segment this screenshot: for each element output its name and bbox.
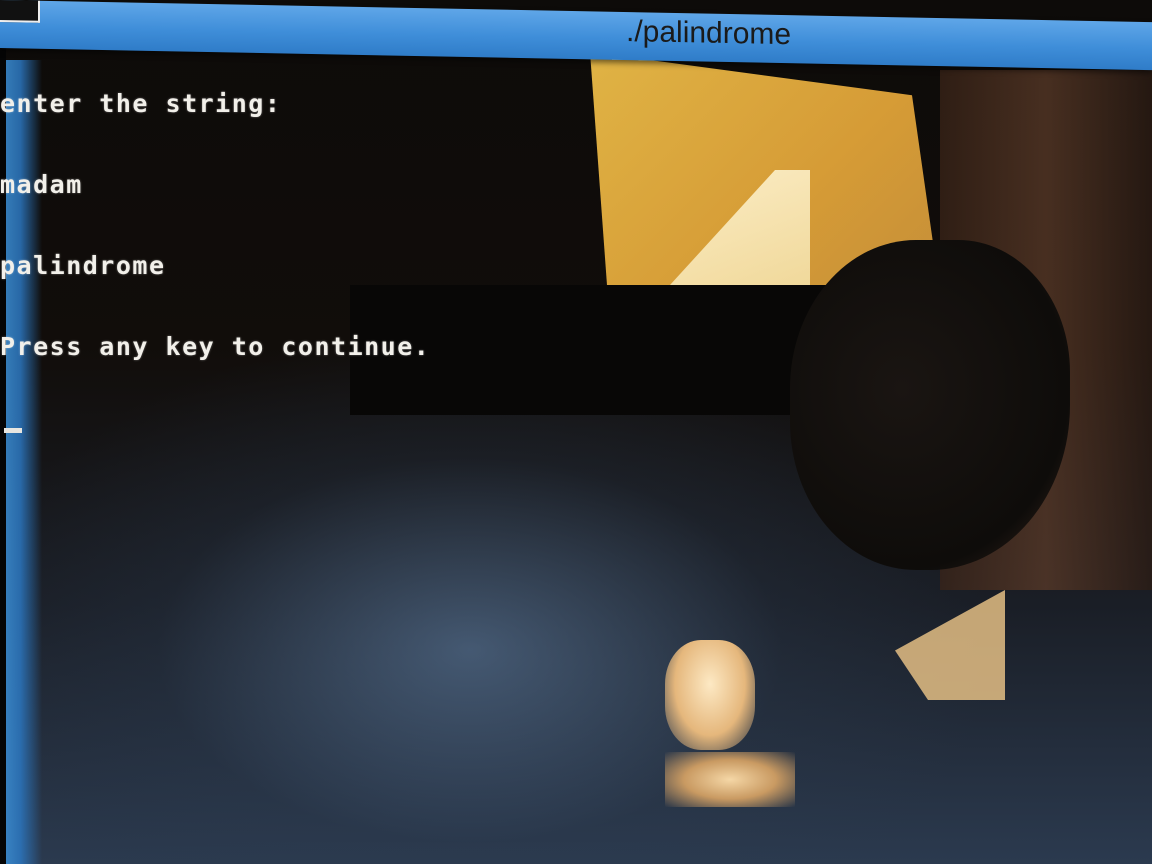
screen-photo: ./palindrome enter the string: madam pal… [0, 0, 1152, 864]
screen-reflection-lamp [665, 640, 755, 750]
console-window-icon[interactable] [0, 0, 40, 23]
console-output[interactable]: enter the string: madam palindrome Press… [0, 36, 430, 487]
console-line-input: madam [0, 170, 83, 199]
screen-reflection-person [790, 240, 1070, 570]
screen-reflection-light-patch [895, 590, 1005, 700]
window-title: ./palindrome [626, 15, 792, 52]
screen-reflection-lamp-base [665, 752, 795, 807]
console-line-continue: Press any key to continue. [0, 332, 431, 361]
console-line-prompt: enter the string: [0, 89, 282, 118]
console-cursor [4, 428, 22, 433]
console-line-result: palindrome [0, 251, 166, 280]
